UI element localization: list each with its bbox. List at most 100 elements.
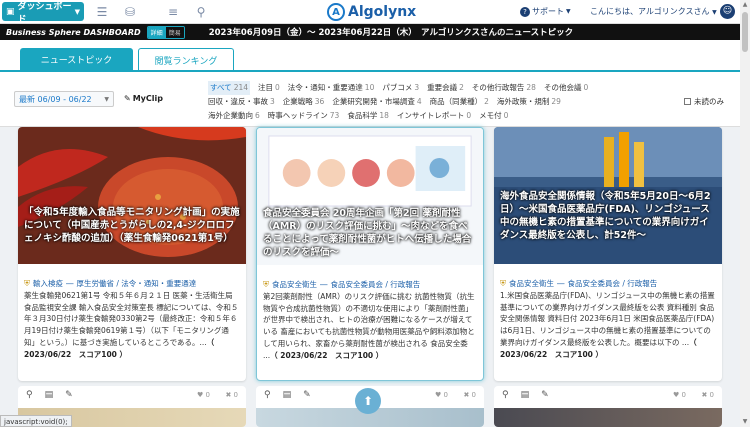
scroll-thumb[interactable]: [742, 12, 748, 52]
paperclip-icon: ✎: [124, 94, 131, 103]
category-chip[interactable]: 注目 0: [258, 81, 280, 95]
edit-icon[interactable]: ✎: [303, 390, 311, 400]
category-count: 2: [459, 83, 464, 92]
like-value: 0: [205, 391, 210, 399]
document-icon[interactable]: ▤: [45, 390, 54, 400]
myclip-label: MyClip: [132, 94, 163, 103]
document-icon[interactable]: ▤: [521, 390, 530, 400]
scrollbar[interactable]: ▲ ▼: [740, 0, 750, 427]
card-image: [494, 408, 722, 427]
category-chip[interactable]: インサイトレポート 0: [397, 109, 471, 123]
tab-ranking[interactable]: 閲覧ランキング: [138, 48, 234, 71]
view-mode-toggle[interactable]: 詳細 簡易: [146, 25, 185, 39]
card-body-text: 第2回薬剤耐性（AMR）のリスク評価に挑む 抗菌性物質（抗生物質や合成抗菌性物質…: [263, 292, 475, 360]
toggle-detail[interactable]: 詳細: [147, 26, 166, 38]
category-chip[interactable]: 企業研究開発・市場調査 4: [332, 95, 421, 109]
database-icon[interactable]: ⛁: [122, 4, 138, 20]
category-count: 0: [466, 111, 472, 120]
scroll-top-button[interactable]: ⬆: [355, 388, 381, 414]
category-chip[interactable]: その他行政報告 28: [472, 81, 536, 95]
scroll-up-icon[interactable]: ▲: [740, 0, 750, 10]
user-settings-icon[interactable]: ⚲: [193, 4, 209, 20]
card-title[interactable]: 海外食品安全関係情報（令和5年5月20日～6月2日）～米国食品医薬品庁(FDA)…: [500, 190, 716, 242]
category-count: 214: [233, 83, 249, 92]
tab-news-topic[interactable]: ニューストピック: [20, 48, 133, 71]
news-card[interactable]: 「令和5年度輸入食品等モニタリング計画」の実施について（中国産赤とうがらしの2,…: [18, 127, 246, 381]
category-label: 海外企業動向: [208, 111, 253, 120]
paperclip-icon[interactable]: ⚲: [264, 390, 271, 400]
category-label: 法令・通知・重要通達: [287, 83, 363, 92]
card-title[interactable]: 「令和5年度輸入食品等モニタリング計画」の実施について（中国産赤とうがらしの2,…: [24, 206, 240, 245]
like-count[interactable]: ♥ 0: [435, 391, 448, 399]
question-icon: ?: [520, 6, 530, 17]
period-text: 2023年06月09日（金）～ 2023年06月22日（木） アルゴリンクスさん…: [208, 28, 574, 38]
news-card[interactable]: 海外食品安全関係情報（令和5年5月20日～6月2日）～米国食品医薬品庁(FDA)…: [494, 127, 722, 381]
edit-icon[interactable]: ✎: [65, 390, 73, 400]
category-label: 商品（同業種）: [429, 97, 483, 106]
checkbox-box[interactable]: [684, 98, 691, 105]
category-count: 4: [416, 97, 422, 106]
category-chip[interactable]: すべて 214: [208, 81, 251, 95]
user-avatar-icon[interactable]: ☺: [720, 4, 735, 19]
list-search-icon[interactable]: ☰: [94, 4, 110, 20]
logo-mark-icon: A: [327, 3, 345, 21]
category-chip[interactable]: メモ付 0: [479, 109, 508, 123]
logo-text: Algolynx: [348, 4, 417, 20]
toggle-simple[interactable]: 簡易: [165, 26, 184, 38]
card-date: （ 2023/06/22 スコア100 ）: [270, 350, 384, 360]
news-card-next[interactable]: ⚲ ▤ ✎ ♥ 0 ✖ 0: [494, 386, 722, 427]
category-chip[interactable]: 海外政策・規制 29: [497, 95, 561, 109]
card-category: 食品安全衛生: [272, 280, 317, 289]
dislike-count[interactable]: ✖ 0: [225, 391, 238, 399]
category-count: 2: [484, 97, 489, 106]
dislike-count[interactable]: ✖ 0: [463, 391, 476, 399]
category-chip[interactable]: その他会議 0: [544, 81, 588, 95]
news-card[interactable]: 食品安全委員会 20周年企画「第2回 薬剤耐性（AMR）のリスク評価に挑む」～肉…: [256, 127, 484, 381]
date-range-select[interactable]: 最新 06/09 - 06/22 ▼: [14, 91, 114, 107]
arrow-up-icon: ⬆: [362, 394, 374, 408]
category-chip[interactable]: 海外企業動向 6: [208, 109, 260, 123]
like-count[interactable]: ♥ 0: [197, 391, 210, 399]
category-label: その他行政報告: [471, 83, 525, 92]
dislike-value: 0: [471, 391, 476, 399]
dislike-count[interactable]: ✖ 0: [701, 391, 714, 399]
document-icon[interactable]: ▤: [283, 390, 292, 400]
shield-icon: ⛨: [500, 278, 506, 288]
category-chip[interactable]: 時事ヘッドライン 73: [268, 109, 340, 123]
category-chip[interactable]: 回収・違反・事故 3: [208, 95, 275, 109]
like-value: 0: [443, 391, 448, 399]
filter-panel: 最新 06/09 - 06/22 ▼ ✎ MyClip すべて 214 注目 0 法令・…: [0, 72, 740, 127]
unread-label: 未読のみ: [694, 97, 724, 106]
category-label: パブコメ: [382, 83, 413, 92]
edit-icon[interactable]: ✎: [541, 390, 549, 400]
scroll-down-icon[interactable]: ▼: [740, 417, 750, 427]
category-count: 3: [270, 97, 275, 106]
dashboard-button[interactable]: ▣ ダッシュボード ▼: [2, 2, 84, 25]
top-header: ▣ ダッシュボード ▼ ☰ ⛁ ≡ ⚲ A Algolynx ? サポート ▼ …: [0, 0, 740, 25]
card-title[interactable]: 食品安全委員会 20周年企画「第2回 薬剤耐性（AMR）のリスク評価に挑む」～肉…: [263, 207, 477, 259]
myclip-link[interactable]: ✎ MyClip: [124, 94, 163, 103]
like-count[interactable]: ♥ 0: [673, 391, 686, 399]
category-chip[interactable]: 企業戦略 36: [283, 95, 325, 109]
category-chip[interactable]: 重要会議 2: [427, 81, 464, 95]
category-chip[interactable]: パブコメ 3: [382, 81, 419, 95]
category-count: 10: [364, 83, 375, 92]
chevron-down-icon: ▼: [566, 8, 571, 15]
category-chip[interactable]: 商品（同業種） 2: [430, 95, 489, 109]
unread-only-checkbox[interactable]: 未読のみ: [684, 96, 724, 107]
paperclip-icon[interactable]: ⚲: [26, 390, 33, 400]
card-category: 食品安全衛生: [509, 279, 554, 288]
status-bar: javascript:void(0);: [0, 415, 72, 427]
support-menu[interactable]: ? サポート ▼: [520, 6, 571, 17]
card-tags: 厚生労働省 / 法令・通知・重要通達: [76, 279, 197, 288]
category-chip[interactable]: 食品科学 18: [347, 109, 389, 123]
support-label: サポート: [532, 7, 564, 16]
category-count: 0: [583, 83, 589, 92]
category-count: 29: [551, 97, 561, 106]
greeting-menu[interactable]: こんにちは、アルゴリンクスさん ▼: [590, 6, 717, 17]
category-count: 3: [414, 83, 420, 92]
category-label: 企業研究開発・市場調査: [332, 97, 415, 106]
category-chip[interactable]: 法令・通知・重要通達 10: [288, 81, 375, 95]
paperclip-icon[interactable]: ⚲: [502, 390, 509, 400]
filter-list-icon[interactable]: ≡: [165, 4, 181, 20]
